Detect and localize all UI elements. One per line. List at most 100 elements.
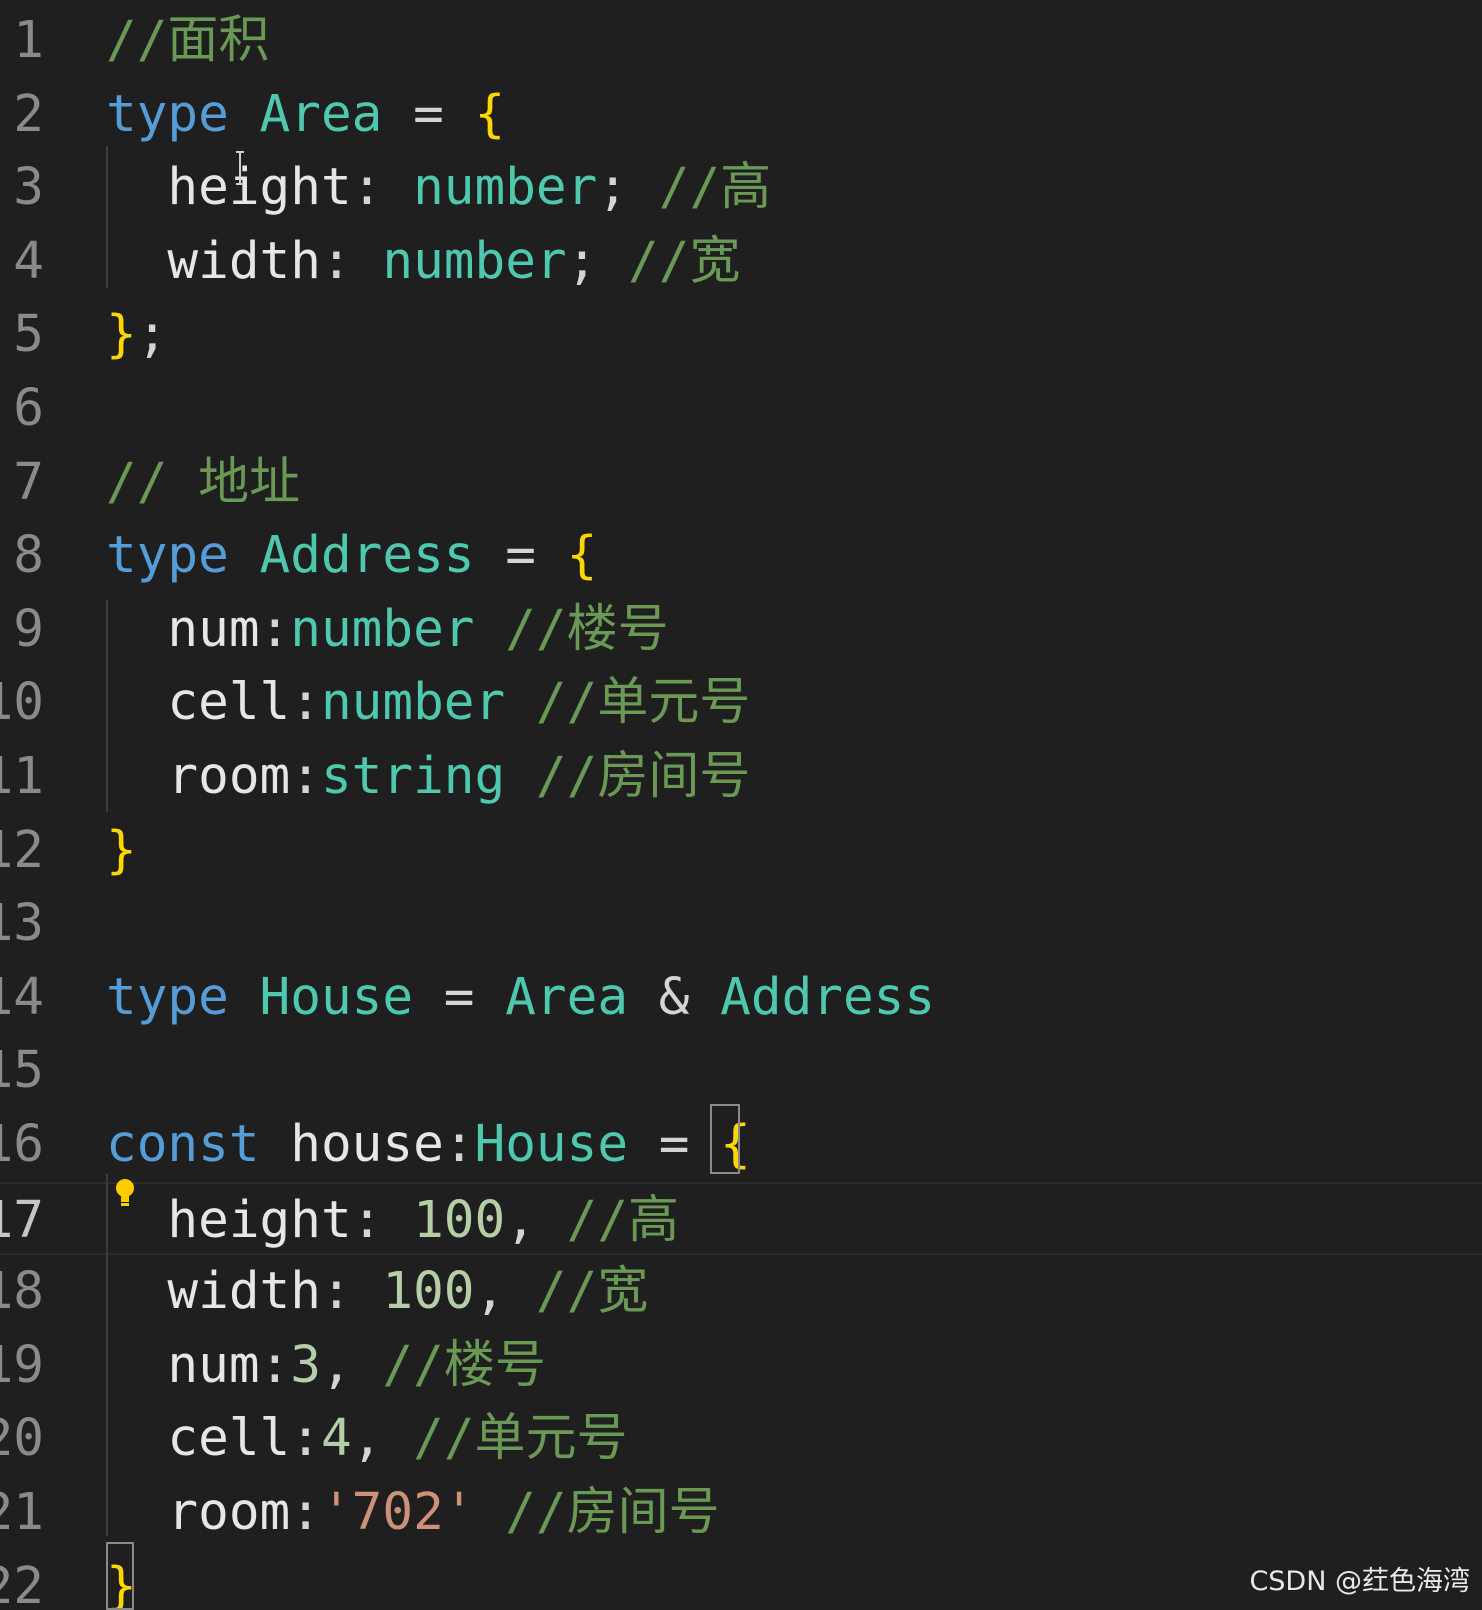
code-line[interactable]: 9 num:number //楼号	[0, 593, 1482, 666]
line-number: 8	[13, 526, 44, 586]
code-line[interactable]: 19 num:3, //楼号	[0, 1329, 1482, 1402]
code-token: house	[290, 1115, 444, 1174]
code-text: };	[106, 298, 167, 371]
code-text: const house:House = {	[106, 1108, 751, 1181]
code-token: :	[351, 1190, 414, 1250]
code-text: cell:number //单元号	[106, 666, 750, 739]
code-token: //高	[566, 1190, 680, 1250]
code-text: height: number; //高	[106, 151, 771, 224]
code-text: //面积	[106, 4, 269, 77]
code-token: :	[351, 158, 414, 218]
code-line[interactable]: 2 type Area = {	[0, 78, 1482, 151]
code-token: string	[320, 747, 506, 806]
code-line[interactable]: 4 width: number; //宽	[0, 225, 1482, 298]
code-text: width: 100, //宽	[106, 1255, 648, 1328]
code-text: width: number; //宽	[106, 225, 740, 298]
code-token: =	[413, 967, 506, 1027]
code-token: ,	[351, 1409, 414, 1469]
code-token: // 地址	[106, 452, 301, 512]
code-line[interactable]: 14 type House = Area & Address	[0, 961, 1482, 1034]
code-token: height	[167, 158, 352, 218]
code-token: //房间号	[505, 1483, 720, 1542]
code-token: type	[106, 967, 229, 1027]
line-number: 17	[0, 1190, 44, 1250]
code-line[interactable]: 11 room:string //房间号	[0, 740, 1482, 813]
code-line[interactable]: 16 const house:House = {	[0, 1108, 1482, 1181]
code-token: height	[167, 1190, 352, 1250]
code-token: :	[290, 1483, 321, 1542]
code-text: type Address = {	[106, 519, 597, 592]
indent-guide	[106, 146, 108, 288]
code-line[interactable]: 8 type Address = {	[0, 519, 1482, 592]
code-line[interactable]: 6	[0, 372, 1482, 445]
code-token: :	[259, 599, 291, 659]
code-token: {	[566, 526, 598, 586]
bracket-match-highlight	[710, 1104, 740, 1174]
code-token: ,	[505, 1190, 567, 1250]
code-line[interactable]: 1 //面积	[0, 4, 1482, 77]
code-editor[interactable]: 1//面积 2 type Area = {3 height: number; //高…	[0, 0, 1482, 1610]
code-token: House	[474, 1115, 629, 1174]
line-number: 3	[13, 158, 44, 218]
code-token: number	[320, 673, 506, 733]
code-line[interactable]: 13	[0, 887, 1482, 960]
bracket-match-highlight	[106, 1542, 134, 1610]
code-token: :	[259, 1335, 291, 1395]
code-token: '702'	[320, 1483, 475, 1542]
line-number: 12	[0, 820, 44, 880]
code-line[interactable]: 5};	[0, 298, 1482, 371]
code-token: width	[167, 231, 321, 291]
code-token: :	[290, 1409, 321, 1469]
lightbulb-icon[interactable]	[114, 1178, 136, 1208]
line-number: 19	[0, 1335, 44, 1395]
code-token: //楼号	[382, 1335, 546, 1395]
code-token: :	[320, 231, 383, 291]
code-token: cell	[167, 1409, 291, 1469]
code-line[interactable]: 12}	[0, 814, 1482, 887]
code-token: 3	[290, 1335, 321, 1395]
line-number: 10	[0, 673, 44, 733]
code-token: ,	[320, 1335, 383, 1395]
code-token: type	[106, 84, 229, 144]
code-token: ,	[474, 1262, 536, 1322]
code-line[interactable]: 20 cell:4, //单元号	[0, 1402, 1482, 1475]
code-line[interactable]: 18 width: 100, //宽	[0, 1255, 1482, 1328]
code-line[interactable]: 3 height: number; //高	[0, 151, 1482, 224]
code-token: //单元号	[535, 673, 751, 733]
code-token: :	[443, 1115, 475, 1174]
code-token: room	[167, 747, 291, 806]
line-number: 1	[13, 11, 44, 70]
code-token: //单元号	[413, 1409, 628, 1469]
code-text: num:3, //楼号	[106, 1329, 546, 1402]
code-line[interactable]: 15	[0, 1034, 1482, 1107]
code-token: room	[167, 1483, 291, 1542]
code-token: const	[106, 1115, 260, 1174]
code-token: {	[474, 84, 506, 144]
code-text: room:string //房间号	[106, 740, 750, 813]
code-line[interactable]: 10 cell:number //单元号	[0, 666, 1482, 739]
code-line[interactable]: 17 height: 100, //高	[0, 1181, 1482, 1255]
code-token: number	[290, 599, 475, 659]
code-token: //宽	[535, 1262, 649, 1322]
line-number: 22	[0, 1556, 44, 1610]
code-text: }	[106, 814, 137, 887]
code-token: =	[628, 1115, 721, 1174]
code-token: :	[320, 1262, 383, 1322]
code-line[interactable]: 7 // 地址	[0, 446, 1482, 519]
indent-guide	[106, 600, 108, 812]
code-token: :	[290, 747, 321, 806]
code-token: //面积	[106, 11, 270, 70]
code-token: //房间号	[535, 747, 751, 806]
code-token: num	[167, 599, 260, 659]
code-token: 4	[320, 1409, 352, 1469]
code-text: room:'702' //房间号	[106, 1476, 720, 1549]
code-token: ;	[136, 305, 168, 365]
code-line[interactable]: 21 room:'702' //房间号	[0, 1476, 1482, 1549]
